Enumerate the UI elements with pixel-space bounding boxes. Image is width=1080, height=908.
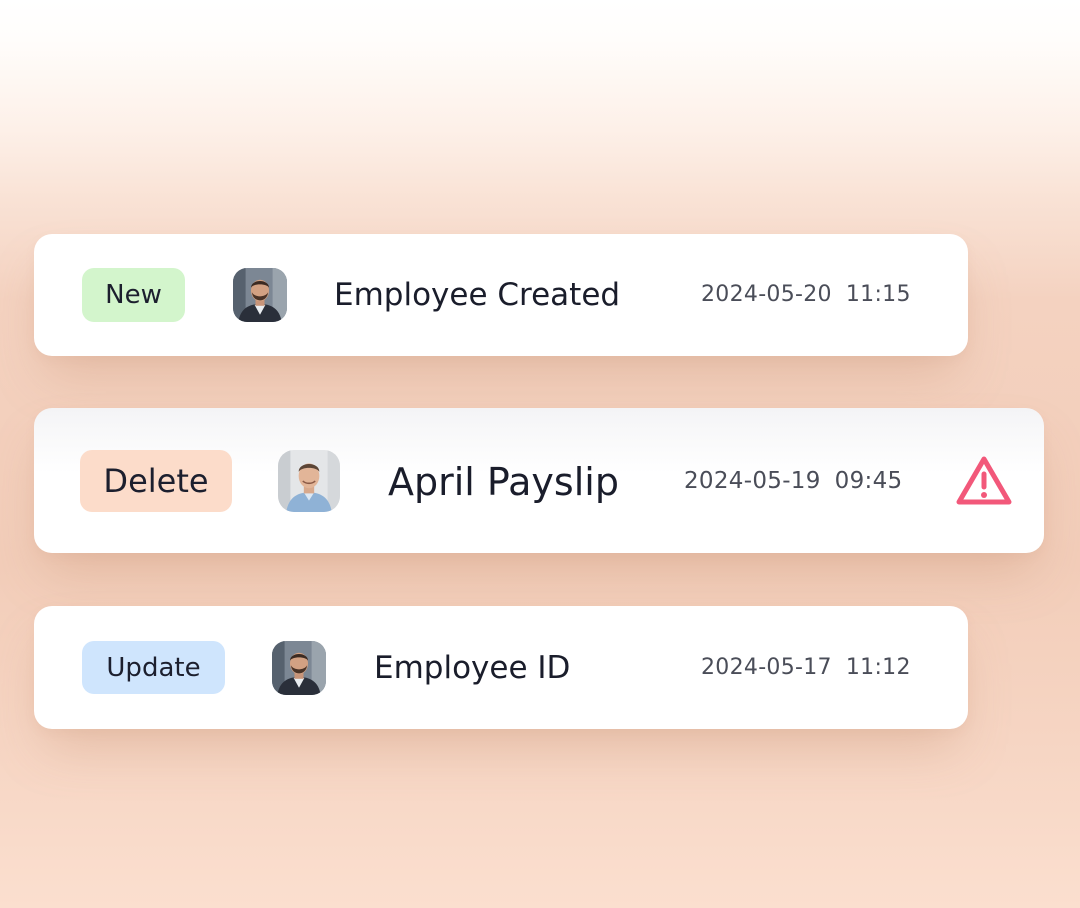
event-timestamp: 2024-05-17 11:12	[701, 657, 911, 679]
event-time: 11:15	[845, 282, 911, 307]
event-date: 2024-05-20	[701, 282, 832, 307]
event-date: 2024-05-17	[701, 655, 832, 680]
man-smiling-avatar-icon	[278, 450, 340, 512]
status-badge-new: New	[82, 268, 185, 322]
event-title: Employee ID	[374, 650, 571, 686]
activity-card-delete[interactable]: Delete April Payslip 2024-05-19 09:45	[34, 408, 1044, 553]
event-title: Employee Created	[334, 277, 621, 313]
event-timestamp: 2024-05-19 09:45	[684, 470, 902, 493]
warning-triangle-icon[interactable]	[954, 454, 1014, 508]
man-beard-avatar-icon	[233, 268, 287, 322]
status-badge-update: Update	[82, 641, 225, 694]
status-badge-delete: Delete	[80, 450, 232, 512]
activity-card-new[interactable]: New Employee Created 2024-05-20 11:15	[34, 234, 968, 356]
event-title: April Payslip	[388, 460, 619, 504]
employee-avatar	[233, 268, 287, 322]
event-date: 2024-05-19	[684, 468, 821, 494]
man-beard-avatar-icon	[272, 641, 326, 695]
event-time: 11:12	[845, 655, 911, 680]
activity-card-update[interactable]: Update Employee ID 2024-05-17 11:12	[34, 606, 968, 729]
employee-avatar	[278, 450, 340, 512]
employee-avatar	[272, 641, 326, 695]
event-time: 09:45	[834, 468, 903, 494]
event-timestamp: 2024-05-20 11:15	[701, 284, 911, 306]
